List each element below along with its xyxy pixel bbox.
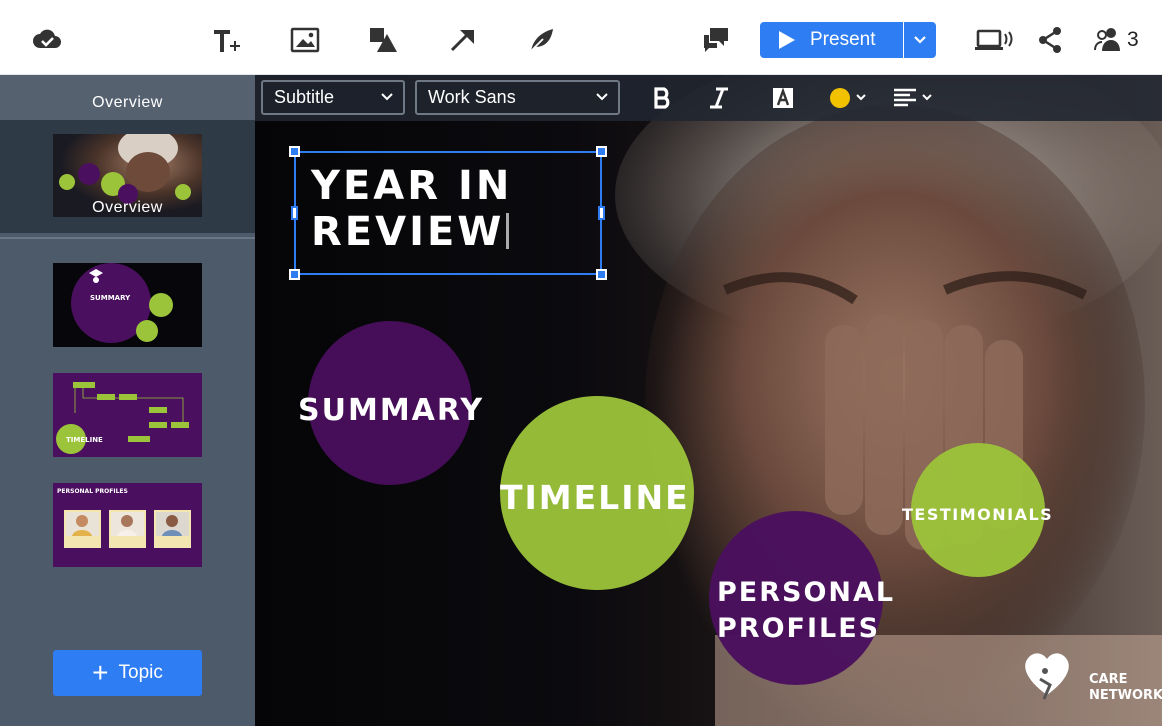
topic-timeline[interactable]: TIMELINE — [500, 478, 690, 517]
title-line-2: REVIEW — [311, 209, 505, 255]
resize-handle-left[interactable] — [291, 206, 298, 220]
italic-icon[interactable] — [706, 83, 732, 113]
add-image-icon[interactable] — [287, 22, 323, 58]
overview-thumbnail[interactable]: Overview — [53, 134, 202, 217]
bold-icon[interactable] — [651, 83, 675, 113]
resize-handle-top-left[interactable] — [289, 146, 300, 157]
profile-card-1 — [64, 510, 101, 548]
profile-card-3 — [154, 510, 191, 548]
topic-personal-profiles[interactable]: PERSONAL PROFILES — [717, 575, 895, 647]
topic-testimonials[interactable]: TESTIMONIALS — [902, 505, 1053, 524]
overview-thumb-label: Overview — [92, 199, 163, 216]
care-network-logo: CARE NETWORK — [1089, 672, 1162, 704]
text-color-picker[interactable] — [829, 83, 873, 113]
top-toolbar: Present 3 — [0, 0, 1162, 75]
text-cursor — [506, 213, 510, 249]
personal-profiles-line-1: PERSONAL — [717, 577, 896, 608]
add-symbol-icon[interactable] — [523, 22, 559, 58]
resize-handle-top-right[interactable] — [596, 146, 607, 157]
profile-card-2 — [109, 510, 146, 548]
presentation-canvas[interactable]: Subtitle Work Sans YEAR IN REVIEW SUMMAR… — [255, 75, 1162, 726]
add-topic-label: Topic — [118, 662, 163, 683]
add-arrow-icon[interactable] — [444, 22, 480, 58]
sidebar: Overview Overview SUMMARY TIMELINE PERSO… — [0, 75, 255, 726]
summary-thumb-title: SUMMARY — [90, 294, 131, 302]
presenter-view-icon[interactable] — [972, 22, 1016, 58]
summary-thumbnail-art: SUMMARY — [53, 263, 202, 347]
chevron-down-icon — [914, 36, 926, 44]
resize-handle-bottom-left[interactable] — [289, 269, 300, 280]
slide-thumb-timeline[interactable]: TIMELINE — [53, 373, 202, 457]
text-align-icon[interactable] — [892, 83, 938, 113]
timeline-thumbnail-art: TIMELINE — [53, 373, 202, 457]
sidebar-divider — [0, 237, 255, 239]
add-shape-icon[interactable] — [365, 22, 401, 58]
text-style-select[interactable]: Subtitle — [261, 80, 405, 115]
title-text-box[interactable]: YEAR IN REVIEW — [289, 146, 607, 280]
font-family-select[interactable]: Work Sans — [415, 80, 620, 115]
present-button[interactable]: Present — [760, 22, 903, 58]
font-family-value: Work Sans — [428, 87, 516, 107]
resize-handle-right[interactable] — [598, 206, 605, 220]
present-label: Present — [810, 29, 876, 50]
personal-profiles-line-2: PROFILES — [717, 613, 881, 644]
play-icon — [779, 31, 795, 49]
sidebar-header: Overview — [0, 75, 255, 120]
add-text-icon[interactable] — [208, 22, 244, 58]
add-topic-button[interactable]: + Topic — [53, 650, 202, 696]
plus-icon: + — [92, 657, 109, 688]
topic-summary[interactable]: SUMMARY — [298, 393, 484, 428]
title-text[interactable]: YEAR IN REVIEW — [311, 163, 601, 255]
chevron-down-icon — [381, 93, 393, 101]
personal-profiles-thumbnail-art: PERSONAL PROFILES — [53, 483, 202, 567]
brand-line-1: CARE — [1089, 672, 1128, 687]
slide-thumb-personal-profiles[interactable]: PERSONAL PROFILES — [53, 483, 202, 567]
text-format-bar: Subtitle Work Sans — [255, 75, 1162, 121]
text-style-value: Subtitle — [274, 87, 335, 107]
slide-thumb-summary[interactable]: SUMMARY — [53, 263, 202, 347]
timeline-thumb-title: TIMELINE — [66, 436, 103, 444]
resize-handle-bottom-right[interactable] — [596, 269, 607, 280]
collaborator-count: 3 — [1127, 28, 1139, 51]
collaborators-icon[interactable] — [1090, 22, 1126, 58]
chevron-down-icon — [596, 93, 608, 101]
text-highlight-icon[interactable] — [770, 83, 796, 113]
cloud-saved-icon[interactable] — [29, 22, 65, 58]
title-line-1: YEAR IN — [311, 163, 513, 209]
share-icon[interactable] — [1032, 22, 1068, 58]
brand-line-2: NETWORK — [1089, 688, 1162, 703]
present-options-dropdown[interactable] — [904, 22, 936, 58]
comments-icon[interactable] — [698, 22, 734, 58]
sidebar-item-overview[interactable]: Overview — [0, 120, 255, 233]
profiles-thumb-title: PERSONAL PROFILES — [57, 488, 128, 495]
